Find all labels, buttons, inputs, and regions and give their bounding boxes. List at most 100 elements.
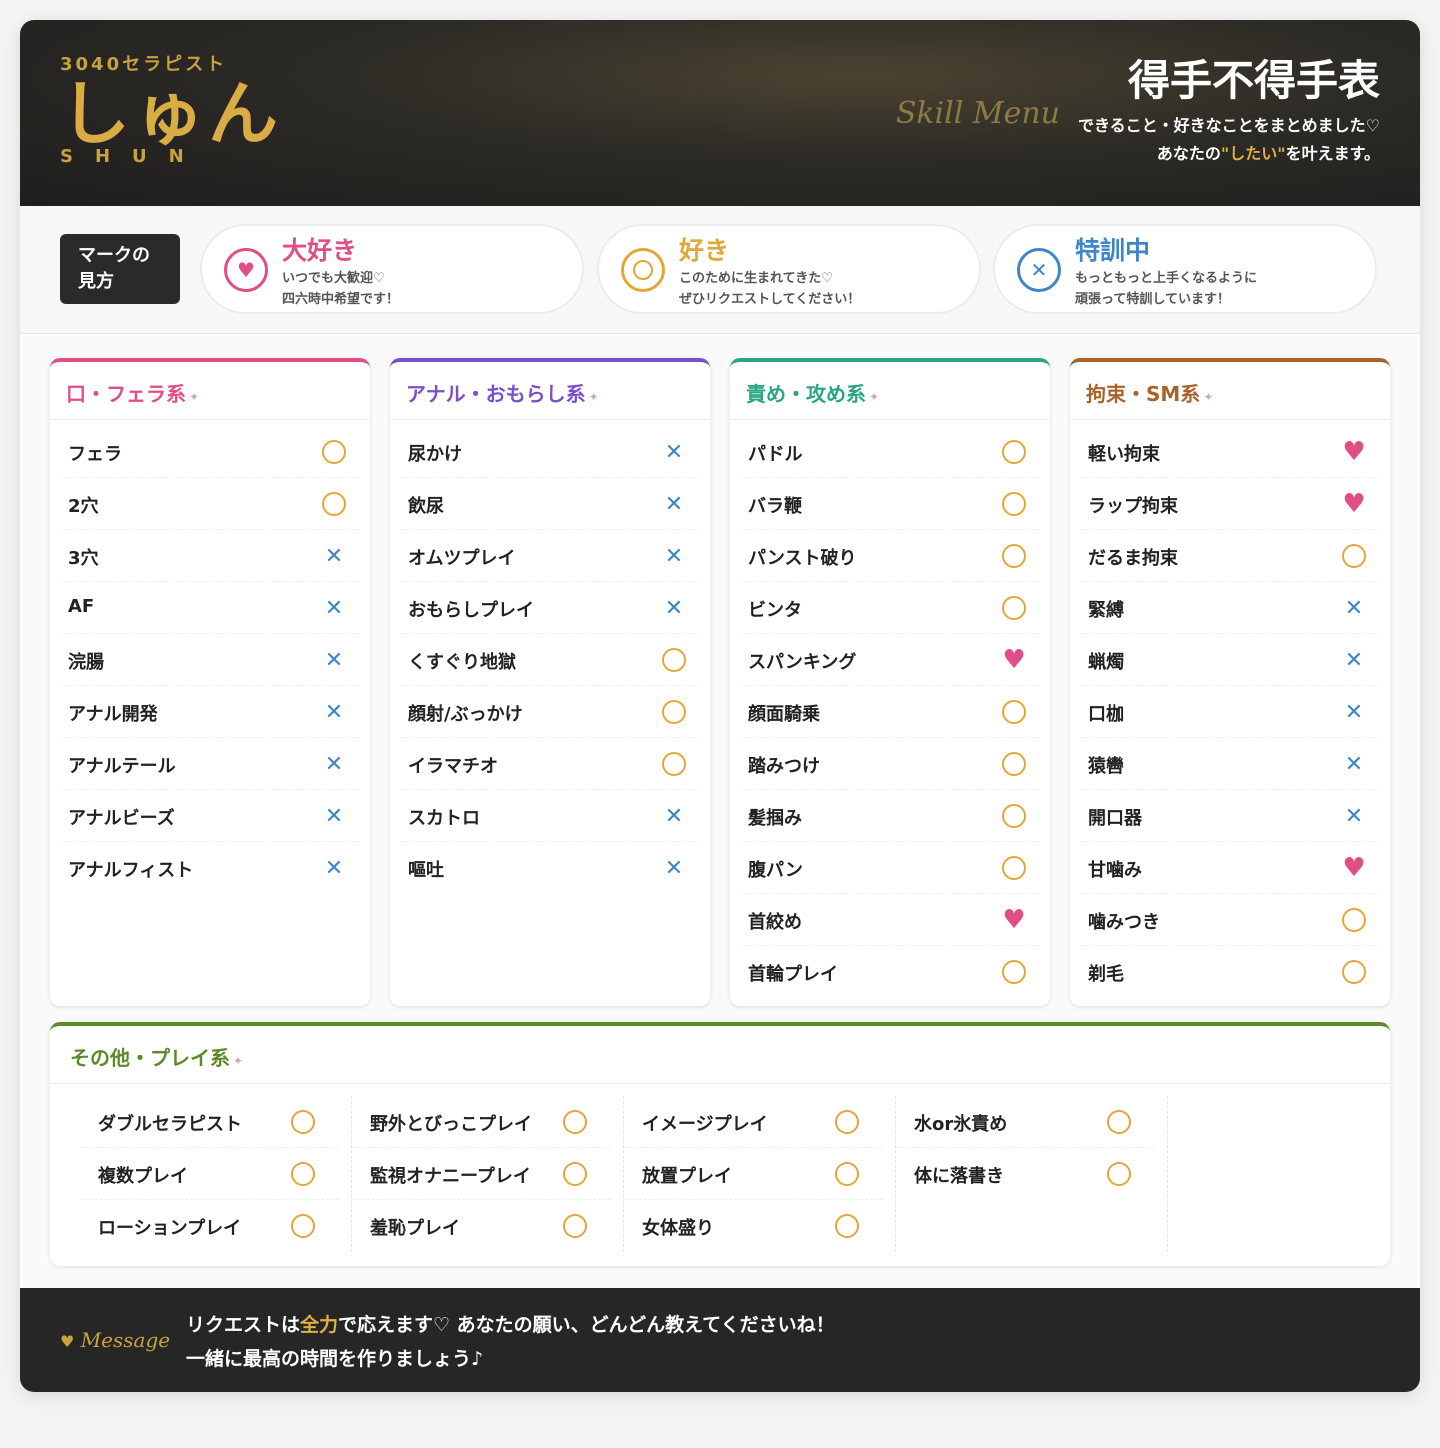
cross-icon: ✕ [664, 439, 684, 465]
legend-title: 好き [679, 236, 730, 265]
skill-label: 猿轡 [1088, 756, 1124, 777]
legend-item: ✕ 特訓中 もっともっと上手くなるように 頑張って特訓しています！ [993, 224, 1377, 314]
brand: 3040セラピスト しゅん SHUN [60, 50, 282, 167]
cross-icon: ✕ [1344, 647, 1364, 673]
category-title-oral: 口・フェラ系 ✦ [50, 362, 370, 420]
skill-label: だるま拘束 [1088, 548, 1178, 569]
circle-icon [563, 1162, 587, 1186]
skill-label: 複数プレイ [98, 1166, 188, 1187]
skill-label: おもらしプレイ [408, 600, 534, 621]
skill-label: 顔面騎乗 [748, 704, 820, 725]
skill-row: 体に落書き [896, 1148, 1155, 1200]
other-column: 水or氷責め体に落書き [896, 1096, 1168, 1252]
circle-icon [1002, 544, 1026, 568]
legend-desc-line: 頑張って特訓しています！ [1075, 292, 1230, 307]
skill-row: アナルビーズ ✕ [60, 790, 360, 842]
circle-icon [1002, 856, 1026, 880]
circle-icon [1107, 1110, 1131, 1134]
skill-label: 2穴 [68, 496, 99, 517]
skill-row: 飲尿 ✕ [400, 478, 700, 530]
heart-icon: ♥ [1342, 437, 1366, 467]
circle-icon [1002, 492, 1026, 516]
skill-label: 監視オナニープレイ [370, 1166, 531, 1187]
skill-row: 緊縛 ✕ [1080, 582, 1380, 634]
skill-label: アナルビーズ [68, 808, 175, 829]
skill-label: イラマチオ [408, 756, 498, 777]
heart-icon: ♥ [60, 1332, 75, 1351]
sparkle-icon: ✦ [869, 390, 880, 404]
skill-label: 水or氷責め [914, 1114, 1008, 1135]
desc-line-1: できること・好きなことをまとめました♡ [1077, 116, 1380, 135]
skill-label: 噛みつき [1088, 912, 1160, 933]
legend-label-line-1: マークの [78, 245, 150, 266]
cross-icon: ✕ [324, 699, 344, 725]
skill-row: パドル [740, 426, 1040, 478]
brand-name: しゅん [60, 72, 282, 155]
category-title-text: 口・フェラ系 [66, 382, 186, 406]
skill-row: イラマチオ [400, 738, 700, 790]
skill-row: おもらしプレイ ✕ [400, 582, 700, 634]
circle-icon [1002, 440, 1026, 464]
skill-row: 監視オナニープレイ [352, 1148, 611, 1200]
skill-label: 軽い拘束 [1088, 444, 1160, 465]
page-title: 得手不得手表 [1127, 56, 1380, 105]
skill-label: 野外とびっこプレイ [370, 1114, 532, 1135]
circle-icon [322, 492, 346, 516]
sparkle-icon: ✦ [233, 1054, 244, 1068]
skill-label: 首絞め [748, 912, 802, 933]
legend-description: いつでも大歓迎♡ 四六時中希望です！ [282, 268, 399, 310]
skill-row: 浣腸 ✕ [60, 634, 360, 686]
skill-row: 甘噛み ♥ [1080, 842, 1380, 894]
skill-label: 剃毛 [1088, 964, 1124, 985]
cross-icon: ✕ [1344, 595, 1364, 621]
skill-row: パンスト破り [740, 530, 1040, 582]
skill-list: パドル バラ鞭 パンスト破り ビンタ スパンキング ♥ 顔面騎乗 踏みつけ 髪掴み 腹パン 首絞め ♥… [730, 420, 1050, 998]
skill-label: ローションプレイ [98, 1218, 242, 1239]
skill-label: くすぐり地獄 [408, 652, 516, 673]
legend-desc-line: ぜひリクエストしてください！ [679, 292, 861, 307]
skill-row: アナル開発 ✕ [60, 686, 360, 738]
skill-row: 尿かけ ✕ [400, 426, 700, 478]
legend-desc-line: 四六時中希望です！ [282, 292, 400, 307]
category-panel-oral: 口・フェラ系 ✦ フェラ 2穴 3穴 ✕ AF ✕ 浣腸 ✕ アナル開発 ✕ アナルテール ✕ アナルビーズ… [50, 358, 370, 1006]
skill-label: AF [68, 596, 95, 617]
skill-row: 放置プレイ [624, 1148, 883, 1200]
skill-row: ローションプレイ [80, 1200, 339, 1252]
category-title-text: アナル・おもらし系 [406, 382, 586, 406]
skill-row: 蝋燭 ✕ [1080, 634, 1380, 686]
category-title-attack: 責め・攻め系 ✦ [730, 362, 1050, 420]
circle-icon [1002, 960, 1026, 984]
skill-row: イメージプレイ [624, 1096, 883, 1148]
circle-icon [662, 648, 686, 672]
legend-label-line-2: 見方 [78, 271, 114, 292]
skill-row: 2穴 [60, 478, 360, 530]
skill-row: 猿轡 ✕ [1080, 738, 1380, 790]
skill-label: フェラ [68, 444, 122, 465]
skill-row: ダブルセラピスト [80, 1096, 339, 1148]
desc-line-2-post: を叶えます。 [1285, 144, 1380, 163]
heart-icon: ♥ [1342, 489, 1366, 519]
skill-row: ラップ拘束 ♥ [1080, 478, 1380, 530]
header-description: できること・好きなことをまとめました♡ あなたの"したい"を叶えます。 [1078, 112, 1380, 168]
circle-icon [1002, 700, 1026, 724]
desc-line-2: あなたの"したい"を叶えます。 [1078, 140, 1380, 168]
legend-desc-line: いつでも大歓迎♡ [282, 271, 385, 286]
skill-row: 噛みつき [1080, 894, 1380, 946]
skill-row: AF ✕ [60, 582, 360, 634]
circle-icon [1107, 1162, 1131, 1186]
skill-row: 軽い拘束 ♥ [1080, 426, 1380, 478]
cross-icon: ✕ [664, 595, 684, 621]
circle-icon [291, 1110, 315, 1134]
category-panel-attack: 責め・攻め系 ✦ パドル バラ鞭 パンスト破り ビンタ スパンキング ♥ 顔面騎乗 踏みつけ 髪掴み… [730, 358, 1050, 1006]
desc-line-2-em: "したい" [1220, 144, 1286, 163]
skill-row: 髪掴み [740, 790, 1040, 842]
skill-label: 尿かけ [408, 444, 462, 465]
cross-icon: ✕ [1344, 699, 1364, 725]
skill-row: 剃毛 [1080, 946, 1380, 998]
skill-label: ダブルセラピスト [98, 1114, 242, 1135]
category-title-text: 責め・攻め系 [746, 382, 866, 406]
footer-line-1-pre: リクエストは [186, 1314, 301, 1336]
skill-row: 口枷 ✕ [1080, 686, 1380, 738]
skill-label: スカトロ [408, 808, 480, 829]
skill-label: 首輪プレイ [748, 964, 838, 985]
